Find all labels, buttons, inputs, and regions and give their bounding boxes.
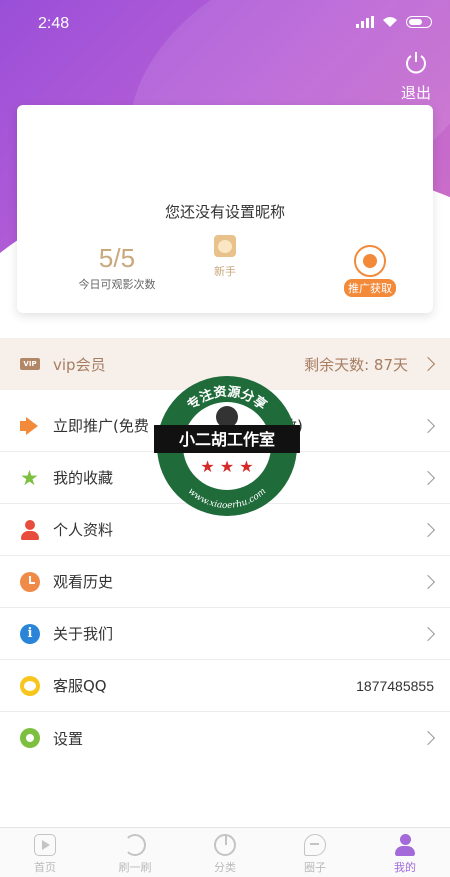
daily-views-value: 5/5 [98,243,136,273]
daily-views-stat: 5/5 今日可观影次数 [57,243,177,292]
promo-button[interactable]: 推广获取 [337,245,403,297]
menu-item-label: 观看历史 [53,573,114,591]
chevron-right-icon [420,574,436,589]
person-icon [20,520,40,540]
nav-tab-home[interactable]: 首页 [0,828,90,877]
clock-icon [20,572,40,592]
share-icon [354,245,386,277]
logout-button[interactable]: 退出 [398,50,434,103]
battery-icon [406,16,432,28]
menu-item-label: 客服QQ [53,677,107,695]
gear-icon [20,728,40,748]
nav-tab-label: 刷一刷 [118,861,152,874]
menu-item-label: 设置 [53,729,84,748]
qq-icon [20,676,40,696]
chat-bubble-icon [304,834,326,856]
vip-days-remaining: 剩余天数: 87天 [304,355,408,374]
refresh-icon [124,834,146,856]
user-level: 新手 [195,235,255,279]
user-icon [394,834,416,856]
chevron-right-icon [420,626,436,641]
status-time: 2:48 [38,15,70,32]
nav-tab-refresh[interactable]: 刷一刷 [90,828,180,877]
nav-tab-mine[interactable]: 我的 [360,828,450,877]
info-icon: i [20,624,40,644]
nav-tab-label: 分类 [214,861,236,874]
chevron-right-icon [420,356,436,372]
watermark-title: 小二胡工作室 [179,430,275,449]
menu-item-label: 我的收藏 [53,469,114,487]
vip-badge-icon: VIP [20,358,40,370]
chevron-right-icon [420,470,436,485]
signal-icon [356,16,374,28]
menu-item-label: 关于我们 [53,625,114,643]
status-bar: 2:48 [0,0,450,48]
chevron-right-icon [420,522,436,537]
home-play-icon [34,834,56,856]
nav-tab-circle[interactable]: 圈子 [270,828,360,877]
menu-item-history[interactable]: 观看历史 [0,556,450,608]
star-icon: ★ ★ ★ [200,457,253,476]
profile-card: 您还没有设置昵称 5/5 今日可观影次数 新手 推广获取 [17,105,433,313]
qq-number: 1877485855 [356,677,434,694]
studio-watermark-seal: 专注资源分享 www.xiaoerhu.com 小二胡工作室 ★ ★ ★ [154,376,300,516]
menu-item-label: 个人资料 [53,521,114,539]
nickname-prompt[interactable]: 您还没有设置昵称 [17,201,433,222]
status-icons [356,16,432,28]
bottom-nav: 首页 刷一刷 分类 圈子 我的 [0,827,450,877]
power-icon [406,52,426,74]
menu-item-support-qq[interactable]: 客服QQ 1877485855 [0,660,450,712]
daily-views-label: 今日可观影次数 [78,278,156,291]
nav-tab-label: 我的 [394,861,416,874]
chevron-right-icon [420,730,436,746]
user-level-label: 新手 [214,265,236,278]
dog-avatar-icon [214,235,236,257]
nav-tab-label: 首页 [34,861,56,874]
star-icon: ★ [20,466,39,490]
menu-item-about[interactable]: i 关于我们 [0,608,450,660]
logout-label: 退出 [400,84,431,102]
chevron-right-icon [420,418,436,433]
menu-item-settings[interactable]: 设置 [0,712,450,764]
menu-item-label: 立即推广(免费 [53,417,149,435]
promo-label: 推广获取 [344,279,396,297]
pie-chart-icon [214,834,236,856]
wifi-icon [383,17,397,27]
megaphone-icon [20,416,40,436]
nav-tab-label: 圈子 [304,861,326,874]
vip-label: vip会员 [53,355,106,374]
nav-tab-category[interactable]: 分类 [180,828,270,877]
